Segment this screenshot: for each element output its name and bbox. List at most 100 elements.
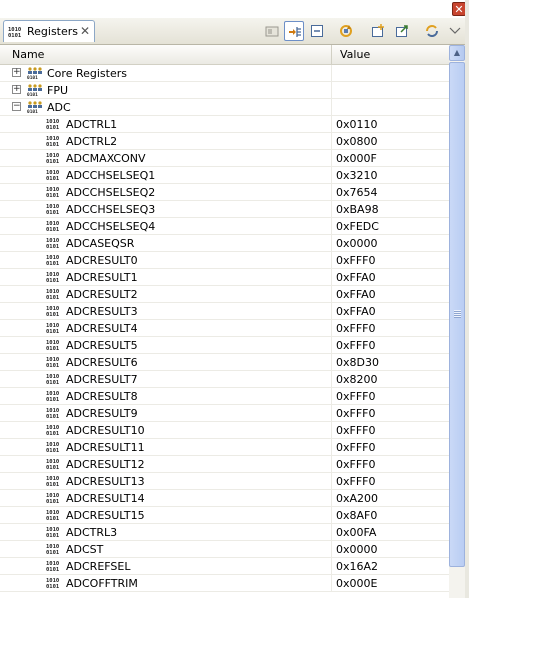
register-row[interactable]: 1010 0101 ADCRESULT15 0x8AF0	[0, 507, 449, 524]
register-value[interactable]: 0xA200	[336, 492, 378, 505]
register-row[interactable]: 1010 0101 ADCCHSELSEQ3 0xBA98	[0, 201, 449, 218]
register-row[interactable]: 1010 0101 ADCRESULT1 0xFFA0	[0, 269, 449, 286]
register-icon: 10100101	[46, 221, 60, 232]
register-value[interactable]: 0xBA98	[336, 203, 379, 216]
new-view-button[interactable]	[368, 21, 388, 41]
cell-divider	[331, 524, 332, 541]
register-row[interactable]: 1010 0101 ADCRESULT8 0xFFF0	[0, 388, 449, 405]
register-value[interactable]: 0x0000	[336, 237, 378, 250]
register-value[interactable]: 0x8AF0	[336, 509, 377, 522]
register-row[interactable]: 1010 0101 ADCRESULT5 0xFFF0	[0, 337, 449, 354]
svg-text:0101: 0101	[46, 142, 60, 147]
register-value[interactable]: 0xFFF0	[336, 339, 376, 352]
register-row[interactable]: 1010 0101 ADCRESULT9 0xFFF0	[0, 405, 449, 422]
tree-group-row[interactable]: +0101 Core Registers	[0, 65, 449, 82]
register-value[interactable]: 0x0000	[336, 543, 378, 556]
layout-button[interactable]	[262, 21, 282, 41]
register-row[interactable]: 1010 0101 ADCRESULT2 0xFFA0	[0, 286, 449, 303]
register-value[interactable]: 0xFFA0	[336, 271, 376, 284]
register-value[interactable]: 0xFFF0	[336, 458, 376, 471]
register-row[interactable]: 1010 0101 ADCRESULT12 0xFFF0	[0, 456, 449, 473]
register-value[interactable]: 0xFFF0	[336, 254, 376, 267]
tab-registers[interactable]: 1010 0101 Registers ✕	[3, 20, 95, 42]
column-divider[interactable]	[331, 45, 332, 64]
register-value[interactable]: 0x8200	[336, 373, 378, 386]
register-value[interactable]: 0xFFF0	[336, 424, 376, 437]
register-value[interactable]: 0xFFF0	[336, 407, 376, 420]
register-value[interactable]: 0x16A2	[336, 560, 378, 573]
register-row[interactable]: 1010 0101 ADCTRL3 0x00FA	[0, 524, 449, 541]
register-value[interactable]: 0x000E	[336, 577, 377, 590]
minimize-button[interactable]	[307, 21, 327, 41]
register-name: ADCCHSELSEQ2	[66, 186, 156, 199]
collapse-all-icon	[289, 27, 301, 37]
register-value[interactable]: 0xFFA0	[336, 305, 376, 318]
register-row[interactable]: 1010 0101 ADCCHSELSEQ2 0x7654	[0, 184, 449, 201]
register-row[interactable]: 1010 0101 ADCST 0x0000	[0, 541, 449, 558]
view-tab-bar: 1010 0101 Registers ✕	[0, 18, 469, 45]
register-row[interactable]: 1010 0101 ADCRESULT13 0xFFF0	[0, 473, 449, 490]
sync-icon	[426, 25, 438, 37]
register-value[interactable]: 0xFFF0	[336, 390, 376, 403]
register-row[interactable]: 1010 0101 ADCCHSELSEQ1 0x3210	[0, 167, 449, 184]
collapse-toggle-icon[interactable]: −	[12, 102, 21, 111]
register-row[interactable]: 1010 0101 ADCTRL2 0x0800	[0, 133, 449, 150]
tab-close-button[interactable]: ✕	[80, 24, 90, 38]
register-row[interactable]: 1010 0101 ADCCHSELSEQ4 0xFEDC	[0, 218, 449, 235]
value-column-header[interactable]: Value	[340, 48, 370, 61]
register-icon: 10100101	[46, 510, 60, 521]
register-value[interactable]: 0xFFF0	[336, 322, 376, 335]
register-row[interactable]: 1010 0101 ADCASEQSR 0x0000	[0, 235, 449, 252]
register-row[interactable]: 1010 0101 ADCREFSEL 0x16A2	[0, 558, 449, 575]
register-row[interactable]: 1010 0101 ADCRESULT4 0xFFF0	[0, 320, 449, 337]
expand-toggle-icon[interactable]: +	[12, 85, 21, 94]
register-icon: 10100101	[46, 561, 60, 572]
register-icon: 10100101	[46, 136, 60, 147]
register-row[interactable]: 1010 0101 ADCRESULT10 0xFFF0	[0, 422, 449, 439]
svg-text:0101: 0101	[46, 499, 60, 504]
cell-divider	[331, 167, 332, 184]
view-menu-button[interactable]	[445, 21, 465, 41]
register-row[interactable]: 1010 0101 ADCRESULT11 0xFFF0	[0, 439, 449, 456]
register-value[interactable]: 0x3210	[336, 169, 378, 182]
svg-text:0101: 0101	[46, 227, 60, 232]
tree-group-row[interactable]: − 0101 ADC	[0, 99, 449, 116]
register-row[interactable]: 1010 0101 ADCOFFTRIM 0x000E	[0, 575, 449, 592]
vertical-scrollbar[interactable]: ▲	[449, 45, 465, 598]
sync-button[interactable]	[422, 21, 442, 41]
refresh-button[interactable]	[336, 21, 356, 41]
register-row[interactable]: 1010 0101 ADCRESULT6 0x8D30	[0, 354, 449, 371]
export-button[interactable]	[392, 21, 412, 41]
register-value[interactable]: 0xFFF0	[336, 441, 376, 454]
register-row[interactable]: 1010 0101 ADCMAXCONV 0x000F	[0, 150, 449, 167]
register-row[interactable]: 1010 0101 ADCRESULT7 0x8200	[0, 371, 449, 388]
scroll-up-button[interactable]: ▲	[449, 45, 465, 61]
register-value[interactable]: 0x0110	[336, 118, 378, 131]
register-row[interactable]: 1010 0101 ADCTRL1 0x0110	[0, 116, 449, 133]
register-row[interactable]: 1010 0101 ADCRESULT0 0xFFF0	[0, 252, 449, 269]
register-value[interactable]: 0x000F	[336, 152, 377, 165]
register-name: ADCOFFTRIM	[66, 577, 138, 590]
register-value[interactable]: 0x00FA	[336, 526, 376, 539]
register-name: ADCRESULT5	[66, 339, 138, 352]
register-row[interactable]: 1010 0101 ADCRESULT3 0xFFA0	[0, 303, 449, 320]
register-icon: 10100101	[46, 323, 60, 334]
tree-group-row[interactable]: +0101 FPU	[0, 82, 449, 99]
register-value[interactable]: 0x0800	[336, 135, 378, 148]
expand-toggle-icon[interactable]: +	[12, 68, 21, 77]
cell-divider	[331, 82, 332, 99]
register-icon: 10100101	[46, 306, 60, 317]
register-name: ADCTRL2	[66, 135, 118, 148]
register-value[interactable]: 0xFFF0	[336, 475, 376, 488]
register-value[interactable]: 0x7654	[336, 186, 378, 199]
register-name: ADCRESULT8	[66, 390, 138, 403]
register-value[interactable]: 0xFEDC	[336, 220, 379, 233]
export-icon	[396, 25, 408, 37]
collapse-all-button[interactable]	[284, 21, 304, 41]
register-row[interactable]: 1010 0101 ADCRESULT14 0xA200	[0, 490, 449, 507]
window-close-button[interactable]: ✕	[452, 2, 466, 16]
register-value[interactable]: 0xFFA0	[336, 288, 376, 301]
name-column-header[interactable]: Name	[12, 48, 44, 61]
scroll-thumb[interactable]	[449, 62, 465, 567]
register-value[interactable]: 0x8D30	[336, 356, 379, 369]
